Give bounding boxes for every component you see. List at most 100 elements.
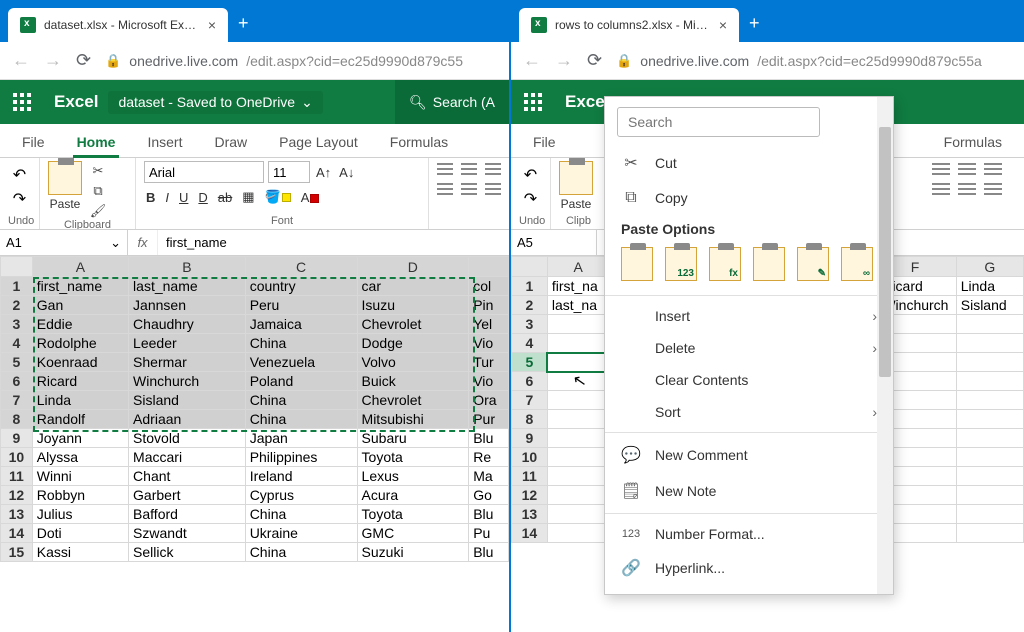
cell[interactable]: Chevrolet (357, 391, 469, 410)
forward-icon[interactable]: → (44, 50, 62, 71)
align-center-icon[interactable] (958, 183, 976, 197)
row-header[interactable]: 2 (512, 296, 548, 315)
cell[interactable]: Japan (245, 429, 357, 448)
cell[interactable]: Re (469, 448, 509, 467)
cell[interactable]: Lexus (357, 467, 469, 486)
col-header[interactable] (469, 257, 509, 277)
cell[interactable]: Philippines (245, 448, 357, 467)
cell[interactable] (547, 486, 609, 505)
bold-button[interactable]: B (144, 190, 157, 205)
row-header[interactable]: 7 (512, 391, 548, 410)
sheet-left[interactable]: ABCD1first_namelast_namecountrycarcol2Ga… (0, 256, 509, 632)
cell[interactable]: Mitsubishi (357, 410, 469, 429)
cell[interactable]: Suzuki (357, 543, 469, 562)
undo-icon[interactable]: ↶ (13, 165, 26, 185)
row-header[interactable]: 12 (512, 486, 548, 505)
tab-draw[interactable]: Draw (198, 127, 263, 157)
cell[interactable]: Ukraine (245, 524, 357, 543)
cell[interactable]: China (245, 505, 357, 524)
scrollbar[interactable] (877, 97, 893, 594)
tab-page-layout[interactable]: Page Layout (263, 127, 374, 157)
cell[interactable]: Subaru (357, 429, 469, 448)
cell[interactable]: Pu (469, 524, 509, 543)
cell[interactable]: Pin (469, 296, 509, 315)
row-header[interactable]: 9 (512, 429, 548, 448)
context-search-input[interactable] (617, 107, 820, 137)
cell[interactable] (547, 467, 609, 486)
menu-copy[interactable]: ⧉Copy (605, 181, 893, 215)
cell[interactable]: Sisland (129, 391, 246, 410)
cell[interactable]: col (469, 277, 509, 296)
cell[interactable]: Koenraad (32, 353, 128, 372)
row-header[interactable]: 8 (1, 410, 33, 429)
cell[interactable] (956, 524, 1023, 543)
row-header[interactable]: 5 (512, 353, 548, 372)
cell[interactable]: Blu (469, 543, 509, 562)
back-icon[interactable]: ← (12, 50, 30, 71)
cell[interactable]: Joyann (32, 429, 128, 448)
row-header[interactable]: 4 (1, 334, 33, 353)
align-mid-icon[interactable] (958, 163, 976, 177)
cell[interactable] (547, 353, 609, 372)
paste-button[interactable]: Paste (559, 161, 593, 211)
row-header[interactable]: 11 (512, 467, 548, 486)
cell[interactable]: Eddie (32, 315, 128, 334)
italic-button[interactable]: I (163, 190, 171, 205)
cell[interactable] (956, 315, 1023, 334)
cell[interactable]: Toyota (357, 448, 469, 467)
cell[interactable] (956, 429, 1023, 448)
menu-sort[interactable]: Sort› (605, 396, 893, 428)
copy-icon[interactable]: ⧉ (88, 183, 108, 199)
row-header[interactable]: 1 (1, 277, 33, 296)
row-header[interactable]: 13 (1, 505, 33, 524)
cell[interactable]: Dodge (357, 334, 469, 353)
tab-formulas[interactable]: Formulas (374, 127, 464, 157)
font-color-icon[interactable]: A (299, 190, 322, 205)
row-header[interactable]: 10 (512, 448, 548, 467)
name-box[interactable]: A5 (511, 230, 597, 255)
row-header[interactable]: 13 (512, 505, 548, 524)
cell[interactable]: China (245, 334, 357, 353)
cell[interactable]: Chevrolet (357, 315, 469, 334)
cell[interactable]: Doti (32, 524, 128, 543)
browser-tab-right[interactable]: rows to columns2.xlsx - Microsof × (519, 8, 739, 42)
menu-new-note[interactable]: 🗒New Note (605, 473, 893, 509)
cell[interactable]: Bafford (129, 505, 246, 524)
cell[interactable]: Rodolphe (32, 334, 128, 353)
tab-file[interactable]: File (517, 127, 572, 157)
cell[interactable]: first_name (32, 277, 128, 296)
paste-option-transpose[interactable] (753, 247, 785, 281)
cell[interactable]: Acura (357, 486, 469, 505)
paste-option-values[interactable]: 123 (665, 247, 697, 281)
cell[interactable]: China (245, 391, 357, 410)
cell[interactable] (547, 315, 609, 334)
redo-icon[interactable]: ↷ (13, 189, 26, 209)
undo-icon[interactable]: ↶ (524, 165, 537, 185)
cell[interactable]: Robbyn (32, 486, 128, 505)
menu-cut[interactable]: ✂Cut (605, 145, 893, 181)
cell[interactable]: Randolf (32, 410, 128, 429)
cell[interactable]: Winni (32, 467, 128, 486)
cell[interactable]: Vio (469, 372, 509, 391)
cell[interactable]: last_na (547, 296, 609, 315)
cell[interactable]: China (245, 410, 357, 429)
formula-input[interactable]: first_name (158, 230, 509, 255)
strike-button[interactable]: ab (216, 190, 234, 205)
align-left-icon[interactable] (932, 183, 950, 197)
cut-icon[interactable]: ✂ (88, 163, 108, 179)
col-header[interactable]: D (357, 257, 469, 277)
paste-option-formulas[interactable]: fx (709, 247, 741, 281)
row-header[interactable]: 7 (1, 391, 33, 410)
row-header[interactable]: 10 (1, 448, 33, 467)
cell[interactable]: car (357, 277, 469, 296)
cell[interactable]: Vio (469, 334, 509, 353)
tab-file[interactable]: File (6, 127, 61, 157)
borders-icon[interactable]: ▦ (240, 189, 256, 205)
row-header[interactable]: 4 (512, 334, 548, 353)
menu-hyperlink[interactable]: 🔗Hyperlink... (605, 550, 893, 586)
cell[interactable]: Shermar (129, 353, 246, 372)
fx-icon[interactable]: fx (128, 230, 158, 255)
tab-insert[interactable]: Insert (131, 127, 198, 157)
menu-number-format[interactable]: 123Number Format... (605, 518, 893, 550)
reload-icon[interactable]: ⟳ (587, 50, 602, 71)
